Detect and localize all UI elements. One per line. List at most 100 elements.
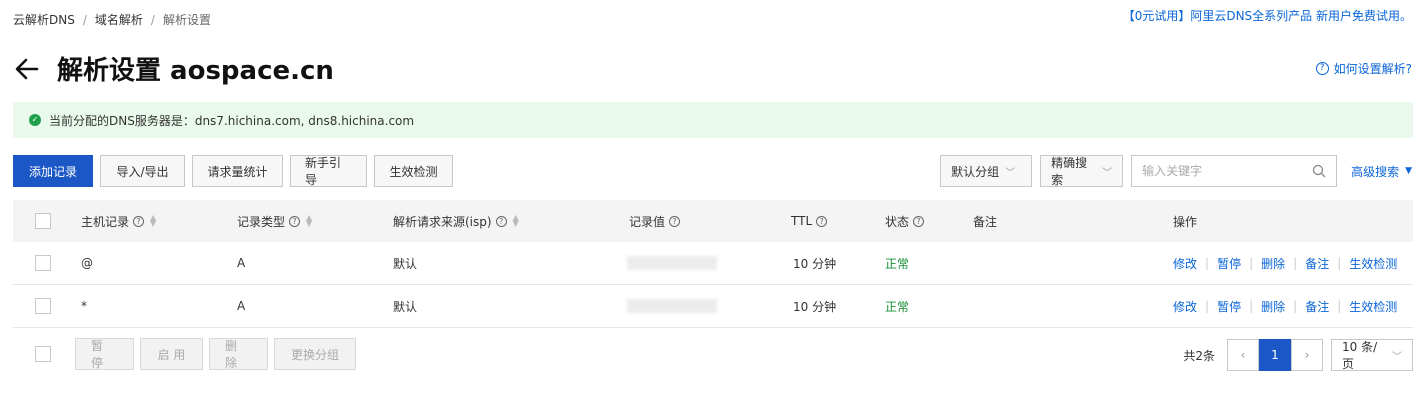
delete-link[interactable]: 删除 <box>1261 298 1285 315</box>
verify-button[interactable]: 生效检测 <box>374 155 453 187</box>
next-page-button[interactable]: › <box>1291 339 1323 371</box>
table-header: 主机记录 ? ▲ ▼ 记录类型 ? ▲ ▼ 解析请求来源(isp) ? ▲ ▼ 记录值… <box>13 200 1413 242</box>
bulk-pause-button[interactable]: 暂 停 <box>75 338 134 370</box>
filter-tools: 默认分组 ﹀ 精确搜索 ﹀ 高级搜索 ▼ <box>940 155 1412 187</box>
remark-link[interactable]: 备注 <box>1305 255 1329 272</box>
page-number-button[interactable]: 1 <box>1259 339 1291 371</box>
dns-server-notice: ✓ 当前分配的DNS服务器是：dns7.hichina.com, dns8.hi… <box>13 102 1413 138</box>
col-type-label: 记录类型 <box>237 214 286 229</box>
bulk-change-group-button[interactable]: 更换分组 <box>274 338 356 370</box>
breadcrumb-separator: / <box>82 12 87 27</box>
pagination: 共2条 ‹ 1 › 10 条/页 ﹀ <box>1183 339 1413 371</box>
question-icon[interactable]: ? <box>289 215 301 227</box>
caret-down-icon: ▼ <box>1405 166 1412 176</box>
page-title: 解析设置 aospace.cn <box>57 56 334 86</box>
table-footer: 暂 停 启 用 删 除 更换分组 共2条 ‹ 1 › 10 条/页 ﹀ <box>13 337 1413 371</box>
col-value: 记录值 ? <box>629 200 681 242</box>
sort-icon[interactable]: ▲ ▼ <box>150 214 158 228</box>
col-host[interactable]: 主机记录 ? ▲ ▼ <box>81 200 158 242</box>
question-icon[interactable]: ? <box>669 215 681 227</box>
back-arrow-icon[interactable] <box>13 55 41 83</box>
redacted-value <box>627 299 717 313</box>
col-ttl-label: TTL <box>791 214 813 228</box>
search-mode-value: 精确搜索 <box>1051 156 1088 187</box>
promo-link[interactable]: 【0元试用】阿里云DNS全系列产品 新用户免费试用。 <box>1123 7 1412 24</box>
edit-link[interactable]: 修改 <box>1173 255 1197 272</box>
cell-ttl: 10 分钟 <box>793 299 837 314</box>
question-icon[interactable]: ? <box>913 215 925 227</box>
remark-link[interactable]: 备注 <box>1305 298 1329 315</box>
table-row: * A 默认 10 分钟 正常 修改 | 暂停 | 删除 | 备注 | 生效检测 <box>13 285 1413 328</box>
col-status-label: 状态 <box>885 214 910 229</box>
page-size-select[interactable]: 10 条/页 ﹀ <box>1331 339 1413 371</box>
question-icon[interactable]: ? <box>495 215 507 227</box>
row-actions: 修改 | 暂停 | 删除 | 备注 | 生效检测 <box>1173 255 1398 272</box>
row-actions: 修改 | 暂停 | 删除 | 备注 | 生效检测 <box>1173 298 1398 315</box>
help-link-label: 如何设置解析? <box>1333 62 1412 76</box>
row-checkbox[interactable] <box>35 298 51 314</box>
sort-icon[interactable]: ▲ ▼ <box>306 214 314 228</box>
verify-link[interactable]: 生效检测 <box>1349 298 1397 315</box>
prev-page-button[interactable]: ‹ <box>1227 339 1259 371</box>
col-isp[interactable]: 解析请求来源(isp) ? ▲ ▼ <box>393 200 521 242</box>
title-row: 解析设置 aospace.cn <box>13 50 334 87</box>
col-isp-label: 解析请求来源(isp) <box>393 214 492 229</box>
search-input[interactable] <box>1142 164 1303 178</box>
search-mode-select[interactable]: 精确搜索 ﹀ <box>1040 155 1124 187</box>
cell-type: A <box>237 299 246 313</box>
breadcrumb: 云解析DNS / 域名解析 / 解析设置 <box>13 11 211 28</box>
col-status: 状态 ? <box>885 200 925 242</box>
breadcrumb-item-current: 解析设置 <box>162 13 211 27</box>
cell-type: A <box>237 256 246 270</box>
edit-link[interactable]: 修改 <box>1173 298 1197 315</box>
help-link[interactable]: ? 如何设置解析? <box>1315 60 1412 77</box>
question-icon[interactable]: ? <box>133 215 145 227</box>
sort-icon[interactable]: ▲ ▼ <box>513 214 521 228</box>
chevron-down-icon: ﹀ <box>1102 167 1113 179</box>
col-type[interactable]: 记录类型 ? ▲ ▼ <box>237 200 314 242</box>
total-count: 共2条 <box>1183 348 1215 363</box>
import-export-button[interactable]: 导入/导出 <box>100 155 185 187</box>
chevron-left-icon: ‹ <box>1240 348 1246 362</box>
verify-link[interactable]: 生效检测 <box>1349 255 1397 272</box>
cell-host: @ <box>81 256 93 270</box>
group-select-value: 默认分组 <box>951 164 1000 179</box>
col-value-label: 记录值 <box>629 214 666 229</box>
notice-text: 当前分配的DNS服务器是：dns7.hichina.com, dns8.hich… <box>49 113 415 128</box>
add-record-button[interactable]: 添加记录 <box>13 155 93 187</box>
chevron-down-icon: ﹀ <box>1392 351 1402 363</box>
cell-value <box>627 285 717 327</box>
bulk-enable-button[interactable]: 启 用 <box>140 338 203 370</box>
search-box <box>1131 155 1338 187</box>
breadcrumb-item-domain[interactable]: 域名解析 <box>95 11 143 28</box>
cell-value <box>627 242 717 284</box>
table-row: @ A 默认 10 分钟 正常 修改 | 暂停 | 删除 | 备注 | 生效检测 <box>13 242 1413 285</box>
footer-select-all-checkbox[interactable] <box>35 346 51 362</box>
delete-link[interactable]: 删除 <box>1261 255 1285 272</box>
select-all-checkbox[interactable] <box>35 213 51 229</box>
check-circle-icon: ✓ <box>29 114 41 126</box>
redacted-value <box>627 256 717 270</box>
pause-link[interactable]: 暂停 <box>1217 298 1241 315</box>
search-icon[interactable] <box>1312 164 1326 178</box>
status-badge: 正常 <box>885 299 910 314</box>
chevron-down-icon: ﹀ <box>1005 167 1016 179</box>
page-size-value: 10 条/页 <box>1342 340 1378 371</box>
breadcrumb-separator: / <box>150 12 155 27</box>
advanced-search-button[interactable]: 高级搜索 ▼ <box>1351 163 1412 180</box>
guide-button[interactable]: 新手引导 <box>290 155 367 187</box>
col-remark: 备注 <box>973 214 998 229</box>
bulk-delete-button[interactable]: 删 除 <box>209 338 268 370</box>
toolbar: 添加记录 导入/导出 请求量统计 新手引导 生效检测 <box>13 155 460 187</box>
breadcrumb-item-dns[interactable]: 云解析DNS <box>13 11 75 28</box>
question-icon[interactable]: ? <box>816 215 828 227</box>
row-checkbox[interactable] <box>35 255 51 271</box>
pause-link[interactable]: 暂停 <box>1217 255 1241 272</box>
col-ops: 操作 <box>1173 214 1198 229</box>
group-select[interactable]: 默认分组 ﹀ <box>940 155 1033 187</box>
status-badge: 正常 <box>885 256 910 271</box>
request-stats-button[interactable]: 请求量统计 <box>192 155 283 187</box>
question-icon: ? <box>1315 62 1329 75</box>
cell-host: * <box>81 299 87 313</box>
cell-isp: 默认 <box>393 256 418 271</box>
